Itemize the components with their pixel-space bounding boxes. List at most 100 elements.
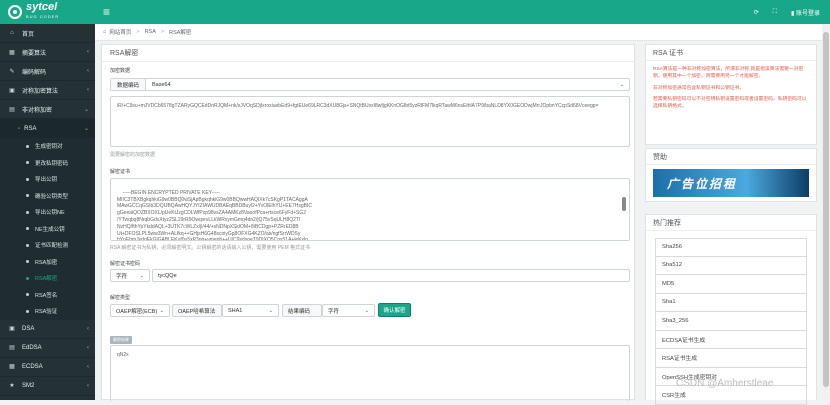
sidebar-subitem[interactable]: 证书匹配检测 — [0, 237, 95, 254]
chevron-left-icon: ‹ — [87, 49, 89, 55]
sidebar-subitem[interactable]: 确验公钥类型 — [0, 188, 95, 205]
key-hint: RSA 解密证书为私钥，必须解密明文。公钥解密的话请输入公钥，需要使用 PEM … — [110, 245, 311, 251]
breadcrumb-home[interactable]: 网站首页 — [109, 28, 131, 36]
data-label: 加密数据 — [110, 68, 131, 74]
sidebar-group-label: RSA — [24, 125, 37, 132]
ad-banner[interactable]: 广告位招租 — [653, 169, 809, 197]
hash-label-text: OAEP哈希算法 — [178, 308, 216, 315]
sidebar-subitem-label: RSA验证 — [35, 309, 58, 316]
ad-text: 广告位招租 — [667, 176, 738, 191]
chevron-down-icon: ⌄ — [139, 272, 144, 279]
sidebar-item-ecdsa[interactable]: ▦ ECDSA ‹ — [0, 358, 95, 377]
sidebar-item-label: ECDSA — [22, 363, 43, 370]
home-icon: ⌂ — [10, 30, 14, 36]
user-icon: ▮ — [791, 10, 795, 17]
sidebar-subitem[interactable]: RSA解密 — [0, 270, 95, 287]
chevron-left-icon: ‹ — [87, 325, 89, 332]
sym-icon: ▣ — [9, 87, 15, 94]
ciphertext-input[interactable]: iR/+C9su+mJVDCb6578gTZARyGQCEdDnRJQM+nk/… — [110, 96, 630, 147]
fullscreen-icon[interactable]: ⛶ — [773, 9, 777, 16]
sidebar-group-rsa[interactable]: ◦ RSA ⌄ — [0, 119, 95, 138]
sidebar-item-dsa[interactable]: ▣ DSA ‹ — [0, 320, 95, 339]
breadcrumb-current: RSA解密 — [169, 30, 192, 36]
sidebar-subitem[interactable]: RSA签名 — [0, 287, 95, 304]
refresh-icon[interactable]: ⟳ — [754, 9, 759, 16]
encoding-value: Base64 — [152, 81, 171, 88]
sidebar-subitem-label: 确验公钥类型 — [35, 193, 69, 200]
result-encoding-label-text: 结果编码 — [288, 308, 311, 315]
sidebar-item-gost[interactable]: ▥Gost‹ — [0, 396, 95, 401]
chevron-left-icon: ‹ — [87, 344, 89, 351]
sidebar-item-label: 非对称加密 — [22, 107, 53, 114]
breadcrumb-rsa[interactable]: RSA — [145, 29, 156, 35]
bullet-icon — [26, 309, 29, 313]
brand-logo[interactable]: sytcel BUG CODER — [0, 0, 95, 24]
hot-title: 热门推荐 — [646, 215, 816, 231]
user-login[interactable]: ▮ 账号登录 — [791, 8, 820, 17]
sidebar-item-eddsa[interactable]: ▤ EdDSA ‹ — [0, 339, 95, 358]
page-scrollbar[interactable] — [822, 24, 830, 400]
chevron-down-icon: ⌄ — [159, 307, 164, 314]
sidebar-item-label: 编码解码 — [22, 69, 47, 76]
result-encoding-select[interactable]: 字符 ⌄ — [322, 304, 375, 317]
hot-item[interactable]: ECDSA证书生成 — [655, 330, 807, 349]
hot-card: 热门推荐 Sha256 Sha512 MD5 Sha1 Sha3_256 ECDSA证书生… — [645, 214, 817, 405]
sidebar-item-label: 对称加密算法 — [22, 88, 59, 95]
sidebar-item-sm2[interactable]: ★ SM2 ‹ — [0, 377, 95, 396]
private-key-input[interactable]: -----BEGIN ENCRYPTED PRIVATE KEY----- MI… — [110, 178, 630, 241]
result-encoding-label: 结果编码 — [282, 304, 322, 317]
hot-item[interactable]: RSA证书生成 — [655, 349, 807, 368]
home-icon: ⌂ — [103, 29, 107, 35]
sidebar-item-label: DSA — [22, 325, 35, 332]
sidebar-subitem[interactable]: 导出公钥 — [0, 171, 95, 188]
chevron-down-icon: ⌄ — [268, 307, 273, 314]
padding-select[interactable]: OAEP解密(ECB) ⌄ — [110, 304, 170, 317]
hamburger-icon[interactable]: ≡ — [103, 5, 110, 19]
hot-item[interactable]: Sha256 — [655, 238, 807, 257]
bullet-icon — [26, 177, 29, 181]
rsa-info-text-2: 非对称加密通常包含私钥证书和公钥证书。 — [653, 85, 745, 91]
encoding-select[interactable]: 数据编码 Base64 ⌄ — [110, 78, 630, 91]
code-icon: ✎ — [9, 68, 15, 75]
hot-item[interactable]: Sha512 — [655, 256, 807, 275]
sidebar-subitem[interactable]: RSA验证 — [0, 303, 95, 320]
sidebar-subitem[interactable]: RSA加密 — [0, 254, 95, 271]
encoding-prefix: 数据编码 — [111, 79, 147, 90]
sidebar-item-symmetric[interactable]: ▣ 对称加密算法 ‹ — [0, 81, 95, 100]
scrollbar-thumb[interactable] — [823, 32, 829, 387]
hot-item[interactable]: Sha3_256 — [655, 312, 807, 331]
sidebar-item-asymmetric[interactable]: ▤ 非对称加密 ⌄ — [0, 100, 95, 119]
hash-select[interactable]: SHA1 ⌄ — [222, 304, 279, 317]
sidebar-item-codec[interactable]: ✎ 编码解码 ‹ — [0, 62, 95, 81]
sidebar-subitem[interactable]: 更改私钥密码 — [0, 155, 95, 172]
sidebar-item-digest[interactable]: ▦ 摘要算法 ‹ — [0, 43, 95, 62]
sidebar: ⌂ 首页 ▦ 摘要算法 ‹ ✎ 编码解码 ‹ ▣ 对称加密算法 ‹ ▤ 非对称加密 ⌄ ◦ RSA ⌄… — [0, 24, 95, 400]
scrollbar-thumb[interactable] — [622, 197, 626, 211]
hot-item[interactable]: MD5 — [655, 275, 807, 294]
type-label: 解密类型 — [110, 295, 131, 301]
bullet-icon — [26, 161, 29, 165]
logo-icon — [8, 5, 22, 19]
sidebar-item-label: EdDSA — [22, 344, 42, 351]
sidebar-subitem-label: NE生成公钥 — [35, 226, 65, 233]
hash-label: OAEP哈希算法 — [172, 304, 222, 317]
password-input[interactable]: tycQQe — [152, 269, 630, 282]
password-type-select[interactable]: 字符 ⌄ — [110, 269, 150, 282]
circle-icon: ◦ — [18, 125, 21, 132]
sidebar-item-home[interactable]: ⌂ 首页 — [0, 24, 95, 43]
result-output[interactable]: qN2x — [110, 345, 630, 401]
chevron-left-icon: ‹ — [87, 87, 89, 93]
hot-item[interactable]: Sha1 — [655, 293, 807, 312]
sidebar-subitem-label: 导出公钥NE — [35, 210, 65, 217]
sidebar-subitem[interactable]: 导出公钥NE — [0, 204, 95, 221]
sponsor-card: 赞助 广告位招租 — [645, 148, 817, 202]
result-tag: 解密结果 — [110, 336, 132, 344]
password-value: tycQQe — [158, 272, 177, 279]
chevron-left-icon: ‹ — [87, 363, 89, 370]
result-encoding-value: 字符 — [328, 308, 340, 315]
sidebar-subitem[interactable]: NE生成公钥 — [0, 221, 95, 238]
sidebar-subitem[interactable]: 生成密钥对 — [0, 138, 95, 155]
decrypt-button[interactable]: 确认解密 — [378, 303, 411, 317]
sidebar-bottom: ▣ DSA ‹ ▤ EdDSA ‹ ▦ ECDSA ‹ ★ SM2 ‹ ▥Gost‹ — [0, 320, 95, 401]
chevron-left-icon: ‹ — [87, 382, 89, 389]
